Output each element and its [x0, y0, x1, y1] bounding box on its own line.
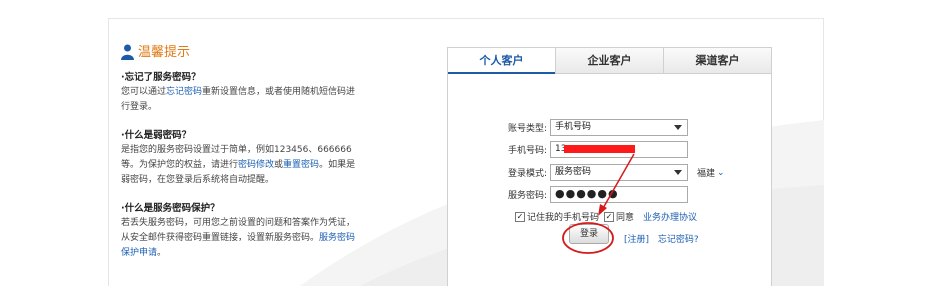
account-type-label: 账号类型:	[507, 124, 547, 134]
agree-checkbox[interactable]: ✓	[604, 211, 615, 222]
tip-heading: ·忘记了服务密码？	[121, 72, 201, 83]
tip-text: 是指您的服务密码设置过于简单，例如123456、666666	[121, 145, 352, 155]
customer-tabs: 个人客户 企业客户 渠道客户	[448, 48, 771, 74]
tip-body: 若丢失服务密码，可用您之前设置的问题和答案作为凭证， 从安全邮件获得密码重置链接…	[121, 216, 421, 261]
tab-channel[interactable]: 渠道客户	[663, 48, 771, 74]
user-icon	[121, 44, 134, 60]
password-protection-link[interactable]: 服务密码	[319, 233, 355, 243]
agreement-link[interactable]: 业务办理协议	[643, 210, 697, 223]
reset-password-link[interactable]: 重置密码	[283, 160, 319, 170]
tip-text: 。如果是	[319, 160, 356, 170]
tip-heading: ·什么是弱密码？	[121, 130, 192, 141]
region-label: 福建	[697, 169, 716, 179]
tip-text: 重新设置信息，或者使用随机短信码进	[202, 87, 356, 97]
tip-weak-password: ·什么是弱密码？ 是指您的服务密码设置过于简单，例如123456、666666 …	[121, 128, 421, 188]
password-label: 服务密码:	[507, 191, 547, 201]
tips-section: 温馨提示 ·忘记了服务密码？ 您可以通过忘记密码重新设置信息，或者使用随机短信码…	[121, 44, 421, 274]
dropdown-arrow-icon	[674, 170, 682, 175]
tip-text: 行登录。	[121, 102, 158, 112]
dropdown-arrow-icon	[674, 125, 682, 130]
chevron-down-icon: ⌄	[717, 167, 725, 178]
tip-text: 从安全邮件获得密码重置链接，设置新服务密码。	[121, 233, 320, 243]
forgot-password-link[interactable]: 忘记密码	[166, 87, 202, 97]
login-mode-label: 登录模式:	[507, 169, 547, 179]
account-type-row: 账号类型: 手机号码	[448, 119, 688, 136]
agree-label: 同意	[616, 213, 635, 223]
tip-text: 等。为保护您的权益，请进行	[121, 160, 239, 170]
remember-checkbox[interactable]: ✓	[515, 211, 525, 222]
options-row: ✓ 记住我的手机号码 ✓ 同意 业务办理协议	[515, 210, 697, 223]
redaction-mark	[564, 145, 635, 153]
password-mask: ●●●●●●	[555, 187, 619, 200]
tip-body: 您可以通过忘记密码重新设置信息，或者使用随机短信码进 行登录。	[121, 85, 421, 115]
phone-input[interactable]: 13	[550, 141, 688, 158]
remember-label: 记住我的手机号码	[527, 213, 600, 223]
password-input[interactable]: ●●●●●●	[550, 186, 688, 203]
tip-text: 。	[157, 248, 167, 258]
tip-text: 您可以通过	[121, 87, 167, 97]
tip-text: 若丢失服务密码，可用您之前设置的问题和答案作为凭证，	[121, 218, 356, 228]
login-mode-select[interactable]: 服务密码	[550, 164, 688, 181]
register-forgot-links: [注册] 忘记密码?	[624, 232, 699, 245]
account-type-value: 手机号码	[555, 122, 592, 132]
login-box: 个人客户 企业客户 渠道客户 账号类型: 手机号码 手机号码: 13 登录模式:…	[447, 47, 772, 286]
region-selector[interactable]: 福建 ⌄	[697, 166, 725, 180]
tip-password-protection: ·什么是服务密码保护？ 若丢失服务密码，可用您之前设置的问题和答案作为凭证， 从…	[121, 201, 421, 261]
phone-row: 手机号码: 13	[448, 141, 688, 158]
password-row: 服务密码: ●●●●●●	[448, 186, 688, 203]
tab-personal[interactable]: 个人客户	[448, 48, 555, 74]
login-mode-row: 登录模式: 服务密码 福建 ⌄	[448, 164, 725, 181]
tab-enterprise[interactable]: 企业客户	[555, 48, 663, 74]
phone-label: 手机号码:	[507, 146, 547, 156]
tip-text: 或	[274, 160, 284, 170]
forgot-password-link-2[interactable]: 忘记密码?	[658, 235, 699, 245]
tips-title: 温馨提示	[121, 44, 421, 60]
tip-body: 是指您的服务密码设置过于简单，例如123456、666666 等。为保护您的权益…	[121, 143, 421, 188]
tips-title-text: 温馨提示	[138, 44, 191, 60]
change-password-link[interactable]: 密码修改	[238, 160, 274, 170]
login-button[interactable]: 登录	[569, 224, 609, 244]
tip-forgot-password: ·忘记了服务密码？ 您可以通过忘记密码重新设置信息，或者使用随机短信码进 行登录…	[121, 70, 421, 115]
tip-heading: ·什么是服务密码保护？	[121, 203, 220, 214]
register-link[interactable]: [注册]	[624, 235, 649, 245]
login-mode-value: 服务密码	[555, 167, 592, 177]
password-protection-apply-link[interactable]: 保护申请	[121, 248, 157, 258]
tip-text: 弱密码，在您登录后系统将自动提醒。	[121, 175, 275, 185]
account-type-select[interactable]: 手机号码	[550, 119, 688, 136]
